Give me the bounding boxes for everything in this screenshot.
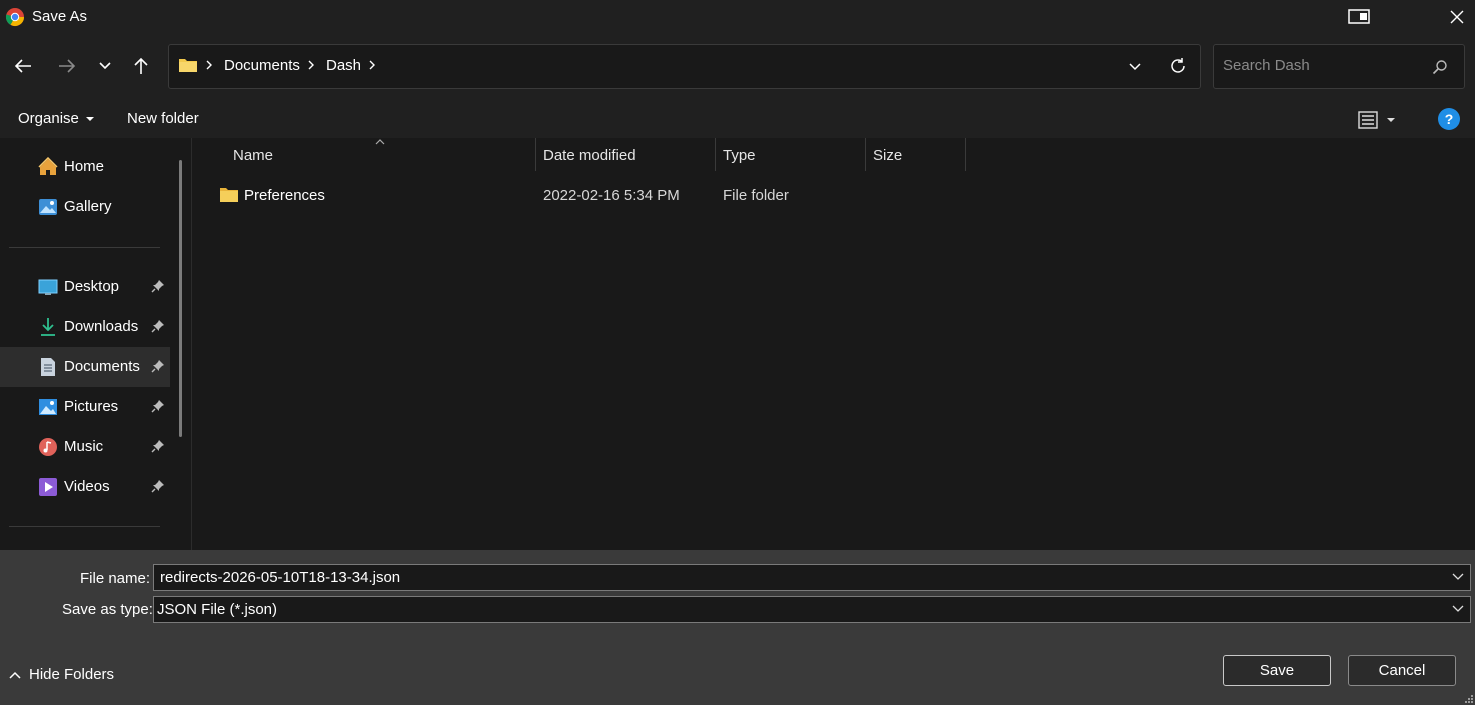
file-name-label: File name: [80,570,151,587]
column-divider[interactable] [715,138,716,171]
sidebar-item-gallery[interactable]: Gallery [0,187,170,227]
gallery-icon [38,197,58,217]
pictures-icon [38,397,58,417]
refresh-icon[interactable] [1164,52,1192,80]
column-header-type[interactable]: Type [723,147,756,164]
sidebar-item-label: Gallery [64,198,112,215]
column-divider[interactable] [865,138,866,171]
save-as-type-label: Save as type: [62,601,153,618]
sidebar-item-downloads[interactable]: Downloads [0,307,170,347]
search-box[interactable] [1213,44,1465,89]
caret-down-icon [85,116,94,121]
file-type: File folder [723,187,789,204]
close-icon[interactable] [1440,4,1474,30]
organise-button[interactable]: Organise [18,110,95,127]
cancel-button[interactable]: Cancel [1348,655,1456,686]
column-header-name[interactable]: Name [233,147,273,164]
sidebar-scrollbar[interactable] [179,160,182,437]
save-as-type-value: JSON File (*.json) [157,601,278,618]
address-history-chevron-icon[interactable] [1122,54,1148,80]
hide-folders-label: Hide Folders [29,666,115,683]
pin-icon[interactable] [151,479,165,493]
organise-label: Organise [18,110,79,127]
chevron-down-icon[interactable] [1452,605,1464,613]
sidebar-item-videos[interactable]: Videos [0,467,170,507]
file-date-modified: 2022-02-16 5:34 PM [543,187,680,204]
column-divider[interactable] [965,138,966,171]
music-icon [38,437,58,457]
videos-icon [38,477,58,497]
breadcrumb-documents[interactable]: Documents [224,57,300,74]
breadcrumb-separator-icon[interactable] [306,58,316,72]
folder-icon [178,56,198,74]
save-button[interactable]: Save [1223,655,1331,686]
back-arrow-icon[interactable] [6,49,40,83]
help-icon[interactable]: ? [1438,108,1460,130]
file-name: Preferences [244,187,325,204]
breadcrumb-separator-icon[interactable] [204,58,214,72]
sidebar-item-desktop[interactable]: Desktop [0,267,170,307]
sidebar-item-label: Music [64,438,104,455]
home-icon [38,157,58,177]
column-header-date-modified[interactable]: Date modified [543,147,636,164]
snap-layout-icon[interactable] [1345,4,1375,30]
sidebar-item-music[interactable]: Music [0,427,170,467]
sidebar-item-label: Documents [64,358,140,375]
sidebar-divider [9,247,160,248]
sidebar-item-label: Downloads [64,318,139,335]
sidebar-item-pictures[interactable]: Pictures [0,387,170,427]
forward-arrow-icon[interactable] [50,49,84,83]
sort-ascending-icon [375,139,385,145]
sidebar-item-home[interactable]: Home [0,147,170,187]
change-view-button[interactable] [1358,107,1404,133]
save-as-type-select[interactable]: JSON File (*.json) [153,596,1471,623]
search-icon[interactable] [1432,59,1448,75]
column-divider[interactable] [535,138,536,171]
file-row[interactable]: Preferences 2022-02-16 5:34 PM File fold… [196,180,966,212]
window-title: Save As [32,8,88,25]
pin-icon[interactable] [151,319,165,333]
resize-grip-icon[interactable] [1462,692,1474,704]
sidebar-divider [9,526,160,527]
pin-icon[interactable] [151,399,165,413]
sidebar-item-label: Desktop [64,278,120,295]
hide-folders-button[interactable]: Hide Folders [9,666,114,683]
pin-icon[interactable] [151,359,165,373]
column-header-size[interactable]: Size [873,147,902,164]
file-name-input[interactable]: redirects-2026-05-10T18-13-34.json [153,564,1471,591]
address-bar[interactable] [168,44,1201,89]
documents-icon [38,357,58,377]
details-view-icon [1358,111,1378,129]
chevron-up-icon [9,671,21,679]
chrome-icon [5,7,25,27]
command-bar [0,100,1475,138]
downloads-icon [38,317,58,337]
search-input[interactable] [1223,57,1423,74]
folder-icon [219,187,239,203]
title-bar [0,0,1475,34]
pin-icon[interactable] [151,439,165,453]
sidebar-item-label: Videos [64,478,110,495]
breadcrumb-separator-icon[interactable] [367,58,377,72]
file-name-value: redirects-2026-05-10T18-13-34.json [160,569,401,586]
sidebar-item-documents[interactable]: Documents [0,347,170,387]
caret-down-icon [1387,118,1395,122]
new-folder-button[interactable]: New folder [127,110,199,127]
desktop-icon [38,277,58,297]
breadcrumb-dash[interactable]: Dash [326,57,361,74]
chevron-down-icon[interactable] [1452,573,1464,581]
sidebar-item-label: Home [64,158,105,175]
sidebar-item-label: Pictures [64,398,119,415]
up-arrow-icon[interactable] [124,49,158,83]
pin-icon[interactable] [151,279,165,293]
recent-locations-chevron-icon[interactable] [88,49,122,83]
